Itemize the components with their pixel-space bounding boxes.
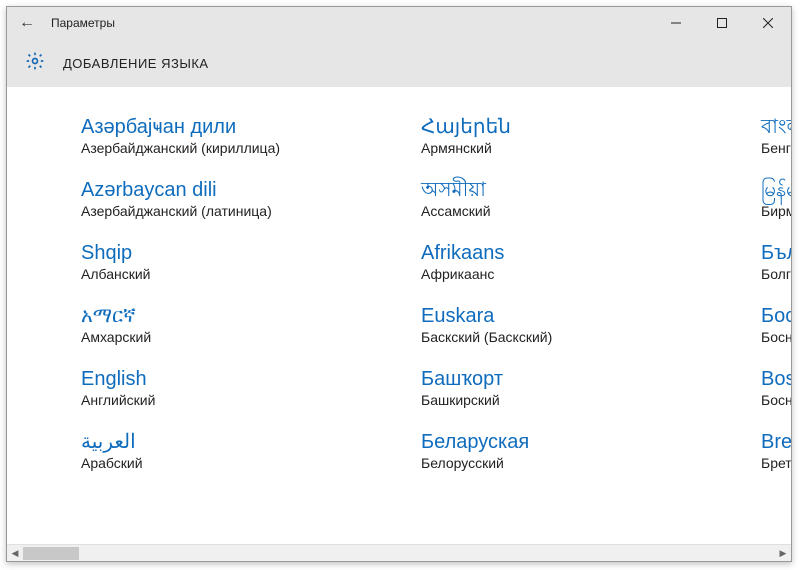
language-item[interactable]: БеларускаяБелорусский: [421, 430, 681, 471]
language-native-name: العربية: [81, 430, 341, 454]
language-native-name: Brezhon: [761, 430, 791, 454]
back-arrow-icon: ←: [19, 14, 35, 32]
language-native-name: Bosansk: [761, 367, 791, 391]
language-local-name: Башкирский: [421, 392, 681, 408]
language-native-name: Босанс: [761, 304, 791, 328]
language-column: বাংলাБенгальск မြန်မာБирманск БългарБолгар…: [761, 115, 791, 471]
gear-icon: [25, 51, 45, 76]
window-title: Параметры: [51, 16, 115, 30]
language-local-name: Амхарский: [81, 329, 341, 345]
minimize-button[interactable]: [653, 7, 699, 39]
language-item[interactable]: Azərbaycan diliАзербайджанский (латиница…: [81, 178, 341, 219]
language-item[interactable]: অসমীয়াАссамский: [421, 178, 681, 219]
language-item[interactable]: AfrikaansАфрикаанс: [421, 241, 681, 282]
language-local-name: Английский: [81, 392, 341, 408]
language-native-name: Българ: [761, 241, 791, 265]
language-native-name: Հայերեն: [421, 115, 681, 139]
language-column: ՀայերենАрмянский অসমীয়াАссамский Afrikaan…: [421, 115, 681, 471]
language-item[interactable]: မြန်မာБирманск: [761, 178, 791, 219]
window-controls: [653, 7, 791, 39]
horizontal-scrollbar[interactable]: ◀ ▶: [7, 544, 791, 561]
scroll-right-arrow-icon[interactable]: ▶: [775, 545, 791, 562]
minimize-icon: [671, 18, 681, 28]
language-local-name: Армянский: [421, 140, 681, 156]
language-local-name: Бирманск: [761, 203, 791, 219]
back-button[interactable]: ←: [7, 7, 47, 39]
language-native-name: አማርኛ: [81, 304, 341, 328]
language-item[interactable]: BrezhonБретонск: [761, 430, 791, 471]
page-title: ДОБАВЛЕНИЕ ЯЗЫКА: [63, 56, 209, 71]
language-item[interactable]: አማርኛАмхарский: [81, 304, 341, 345]
content-viewport: Азәрбајҹан дилиАзербайджанский (кириллиц…: [7, 87, 791, 544]
titlebar: ← Параметры: [7, 7, 791, 39]
language-item[interactable]: ՀայերենАрмянский: [421, 115, 681, 156]
language-native-name: Afrikaans: [421, 241, 681, 265]
language-item[interactable]: БългарБолгарски: [761, 241, 791, 282]
language-item[interactable]: বাংলাБенгальск: [761, 115, 791, 156]
maximize-icon: [717, 18, 727, 28]
page-header: ДОБАВЛЕНИЕ ЯЗЫКА: [7, 39, 791, 87]
language-native-name: Беларуская: [421, 430, 681, 454]
language-item[interactable]: БашҡортБашкирский: [421, 367, 681, 408]
language-local-name: Арабский: [81, 455, 341, 471]
maximize-button[interactable]: [699, 7, 745, 39]
language-item[interactable]: BosanskБоснийск: [761, 367, 791, 408]
language-local-name: Белорусский: [421, 455, 681, 471]
language-native-name: বাংলা: [761, 115, 791, 139]
language-native-name: Башҡорт: [421, 367, 681, 391]
language-local-name: Бретонск: [761, 455, 791, 471]
scroll-thumb[interactable]: [23, 547, 79, 560]
language-item[interactable]: EuskaraБаскский (Баскский): [421, 304, 681, 345]
language-item[interactable]: Азәрбајҹан дилиАзербайджанский (кириллиц…: [81, 115, 341, 156]
language-item[interactable]: БосансБоснийск: [761, 304, 791, 345]
language-local-name: Баскский (Баскский): [421, 329, 681, 345]
language-local-name: Боснийск: [761, 329, 791, 345]
language-local-name: Азербайджанский (латиница): [81, 203, 341, 219]
close-button[interactable]: [745, 7, 791, 39]
language-native-name: English: [81, 367, 341, 391]
language-native-name: Azərbaycan dili: [81, 178, 341, 202]
close-icon: [763, 18, 773, 28]
language-native-name: မြန်မာ: [761, 178, 791, 202]
language-native-name: Euskara: [421, 304, 681, 328]
language-local-name: Боснийск: [761, 392, 791, 408]
language-local-name: Болгарски: [761, 266, 791, 282]
language-item[interactable]: ShqipАлбанский: [81, 241, 341, 282]
scroll-left-arrow-icon[interactable]: ◀: [7, 545, 23, 562]
language-local-name: Африкаанс: [421, 266, 681, 282]
language-item[interactable]: العربيةАрабский: [81, 430, 341, 471]
language-local-name: Албанский: [81, 266, 341, 282]
language-local-name: Ассамский: [421, 203, 681, 219]
settings-window: ← Параметры ДОБАВЛЕНИЕ ЯЗЫКА Азәрбајҹан …: [6, 6, 792, 562]
language-local-name: Бенгальск: [761, 140, 791, 156]
language-column: Азәрбајҹан дилиАзербайджанский (кириллиц…: [81, 115, 341, 471]
language-local-name: Азербайджанский (кириллица): [81, 140, 341, 156]
language-item[interactable]: EnglishАнглийский: [81, 367, 341, 408]
language-grid: Азәрбајҹан дилиАзербайджанский (кириллиц…: [7, 87, 791, 491]
language-native-name: Азәрбајҹан дили: [81, 115, 341, 139]
language-native-name: অসমীয়া: [421, 178, 681, 202]
language-native-name: Shqip: [81, 241, 341, 265]
